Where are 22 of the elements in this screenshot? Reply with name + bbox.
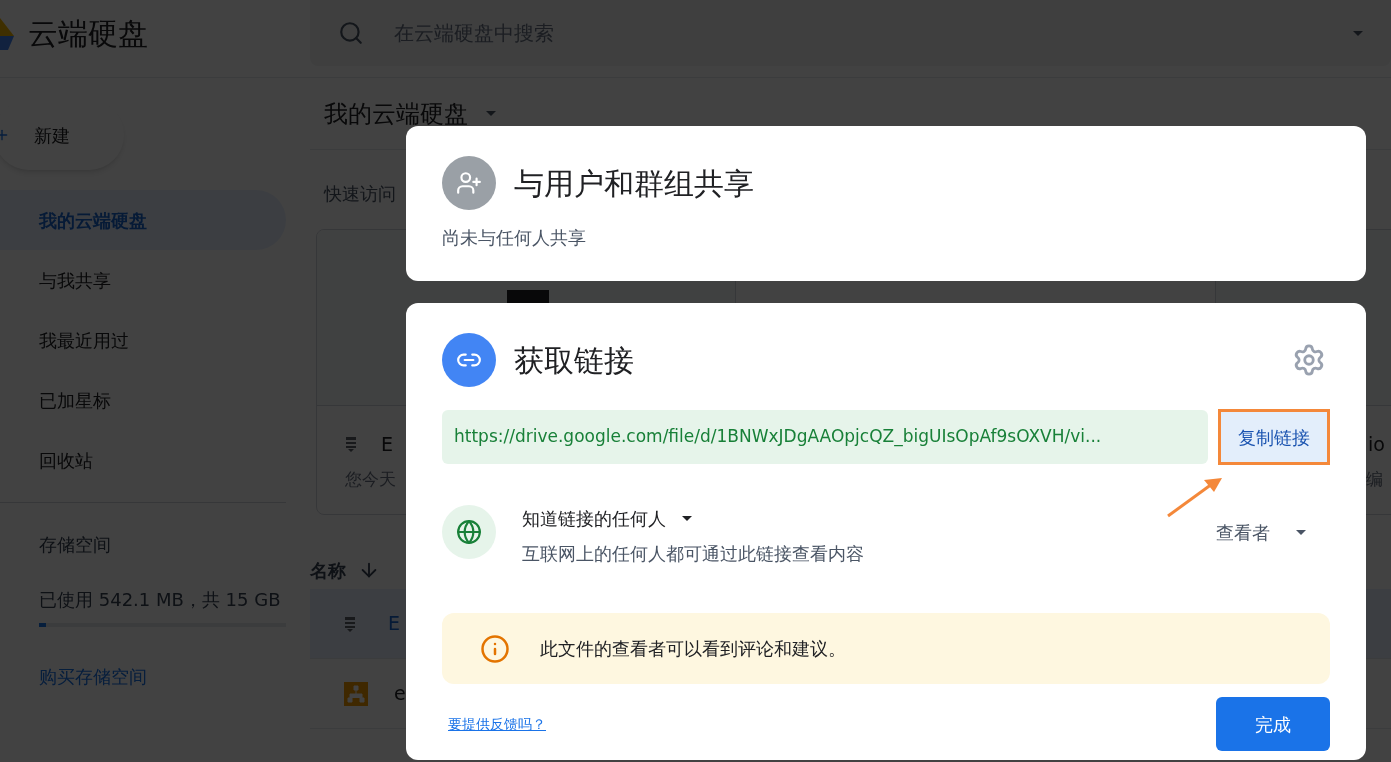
globe-icon	[442, 505, 496, 559]
add-person-avatar-icon	[442, 156, 496, 210]
card-title: io	[1368, 432, 1385, 457]
copy-link-button[interactable]: 复制链接	[1218, 409, 1330, 465]
card-title: E	[381, 432, 393, 457]
notice-text: 此文件的查看者可以看到评论和建议。	[540, 637, 846, 661]
done-button[interactable]: 完成	[1216, 697, 1330, 751]
feedback-link[interactable]: 要提供反馈吗？	[448, 713, 546, 735]
caret-icon	[682, 516, 692, 521]
settings-icon[interactable]	[1292, 343, 1326, 377]
access-description: 互联网上的任何人都可通过此链接查看内容	[522, 542, 864, 566]
file-name: e	[394, 681, 406, 707]
app-title: 云端硬盘	[28, 14, 148, 53]
link-field[interactable]: https://drive.google.com/file/d/1BNWxJDgAAOpjcQZ_bigUIsOpAf9sOXVH/vi...	[442, 410, 1209, 464]
share-title: 与用户和群组共享	[514, 164, 754, 203]
info-icon	[480, 633, 510, 664]
access-dropdown[interactable]: 知道链接的任何人	[522, 505, 864, 532]
role-dropdown[interactable]: 查看者	[1216, 519, 1306, 546]
link-title: 获取链接	[514, 341, 634, 380]
link-avatar-icon	[442, 333, 496, 387]
caret-icon	[1296, 530, 1306, 535]
share-status: 尚未与任何人共享	[442, 226, 587, 250]
